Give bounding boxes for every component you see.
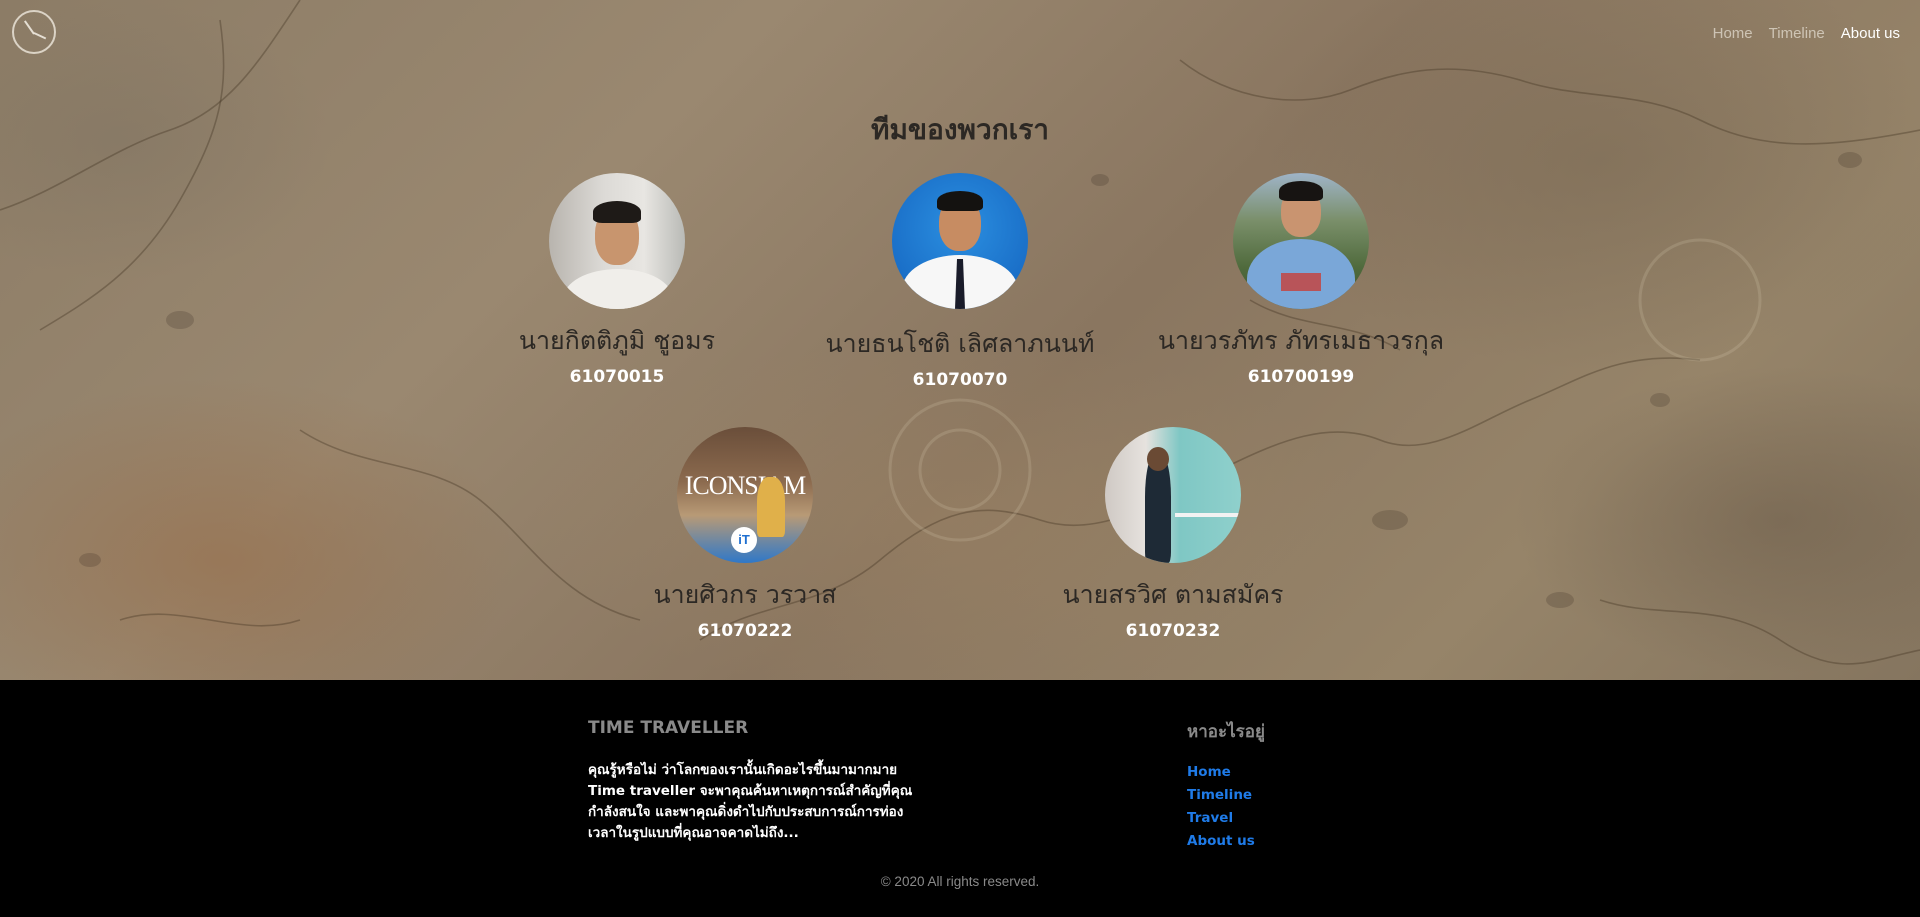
footer-links: Home Timeline Travel About us	[1187, 760, 1255, 852]
nav-timeline-link[interactable]: Timeline	[1769, 25, 1825, 42]
member-id: 61070232	[1125, 621, 1221, 641]
footer-link-about[interactable]: About us	[1187, 833, 1255, 849]
member-avatar	[892, 173, 1028, 309]
main-nav: Home Timeline About us	[1713, 25, 1900, 42]
footer-description-line: Time traveller จะพาคุณค้นหาเหตุการณ์สำคั…	[588, 783, 913, 799]
team-member-card: นายวรภัทร ภัทรเมธาวรกุล 610700199	[1151, 173, 1451, 387]
it-badge-icon: iT	[731, 527, 757, 553]
footer-link-travel[interactable]: Travel	[1187, 810, 1233, 826]
member-id: 61070070	[912, 370, 1008, 390]
member-name: นายกิตติภูมิ ชูอมร	[518, 326, 716, 355]
copyright-text: © 2020 All rights reserved.	[880, 874, 1040, 889]
footer-description-line: คุณรู้หรือไม่ ว่าโลกของเรานั้นเกิดอะไรขึ…	[588, 762, 898, 778]
footer-brand: TIME TRAVELLER	[588, 718, 749, 738]
member-id: 61070222	[697, 621, 793, 641]
footer-description-line: เวลาในรูปแบบที่คุณอาจคาดไม่ถึง...	[588, 825, 799, 841]
member-name: นายศิวกร วรวาส	[653, 580, 837, 609]
member-name: นายวรภัทร ภัทรเมธาวรกุล	[1157, 326, 1445, 355]
footer-description-line: กำลังสนใจ และพาคุณดิ่งดำไปกับประสบการณ์ก…	[588, 804, 904, 820]
member-id: 610700199	[1247, 367, 1355, 387]
member-name: นายธนโชติ เลิศลาภนนท์	[825, 329, 1095, 358]
team-member-card: ICONSIAM iT นายศิวกร วรวาส 61070222	[595, 427, 895, 641]
member-id: 61070015	[569, 367, 665, 387]
team-member-card: นายธนโชติ เลิศลาภนนท์ 61070070	[810, 173, 1110, 390]
member-name: นายสรวิศ ตามสมัคร	[1062, 580, 1284, 609]
site-footer: TIME TRAVELLER คุณรู้หรือไม่ ว่าโลกของเร…	[0, 680, 1920, 917]
team-member-card: นายกิตติภูมิ ชูอมร 61070015	[467, 173, 767, 387]
footer-link-timeline[interactable]: Timeline	[1187, 787, 1252, 803]
member-avatar	[1105, 427, 1241, 563]
team-member-card: นายสรวิศ ตามสมัคร 61070232	[1023, 427, 1323, 641]
clock-logo-icon[interactable]	[12, 10, 56, 54]
nav-about-link[interactable]: About us	[1841, 25, 1900, 42]
member-avatar	[549, 173, 685, 309]
nav-home-link[interactable]: Home	[1713, 25, 1753, 42]
footer-link-home[interactable]: Home	[1187, 764, 1231, 780]
member-avatar: ICONSIAM iT	[677, 427, 813, 563]
avatar-sign-text: ICONSIAM	[684, 471, 807, 500]
team-title: ทีมของพวกเรา	[870, 113, 1049, 146]
member-avatar	[1233, 173, 1369, 309]
hero-section: Home Timeline About us ทีมของพวกเรา นายก…	[0, 0, 1920, 680]
footer-links-title: หาอะไรอยู่	[1187, 722, 1265, 742]
footer-description: คุณรู้หรือไม่ ว่าโลกของเรานั้นเกิดอะไรขึ…	[588, 760, 948, 844]
